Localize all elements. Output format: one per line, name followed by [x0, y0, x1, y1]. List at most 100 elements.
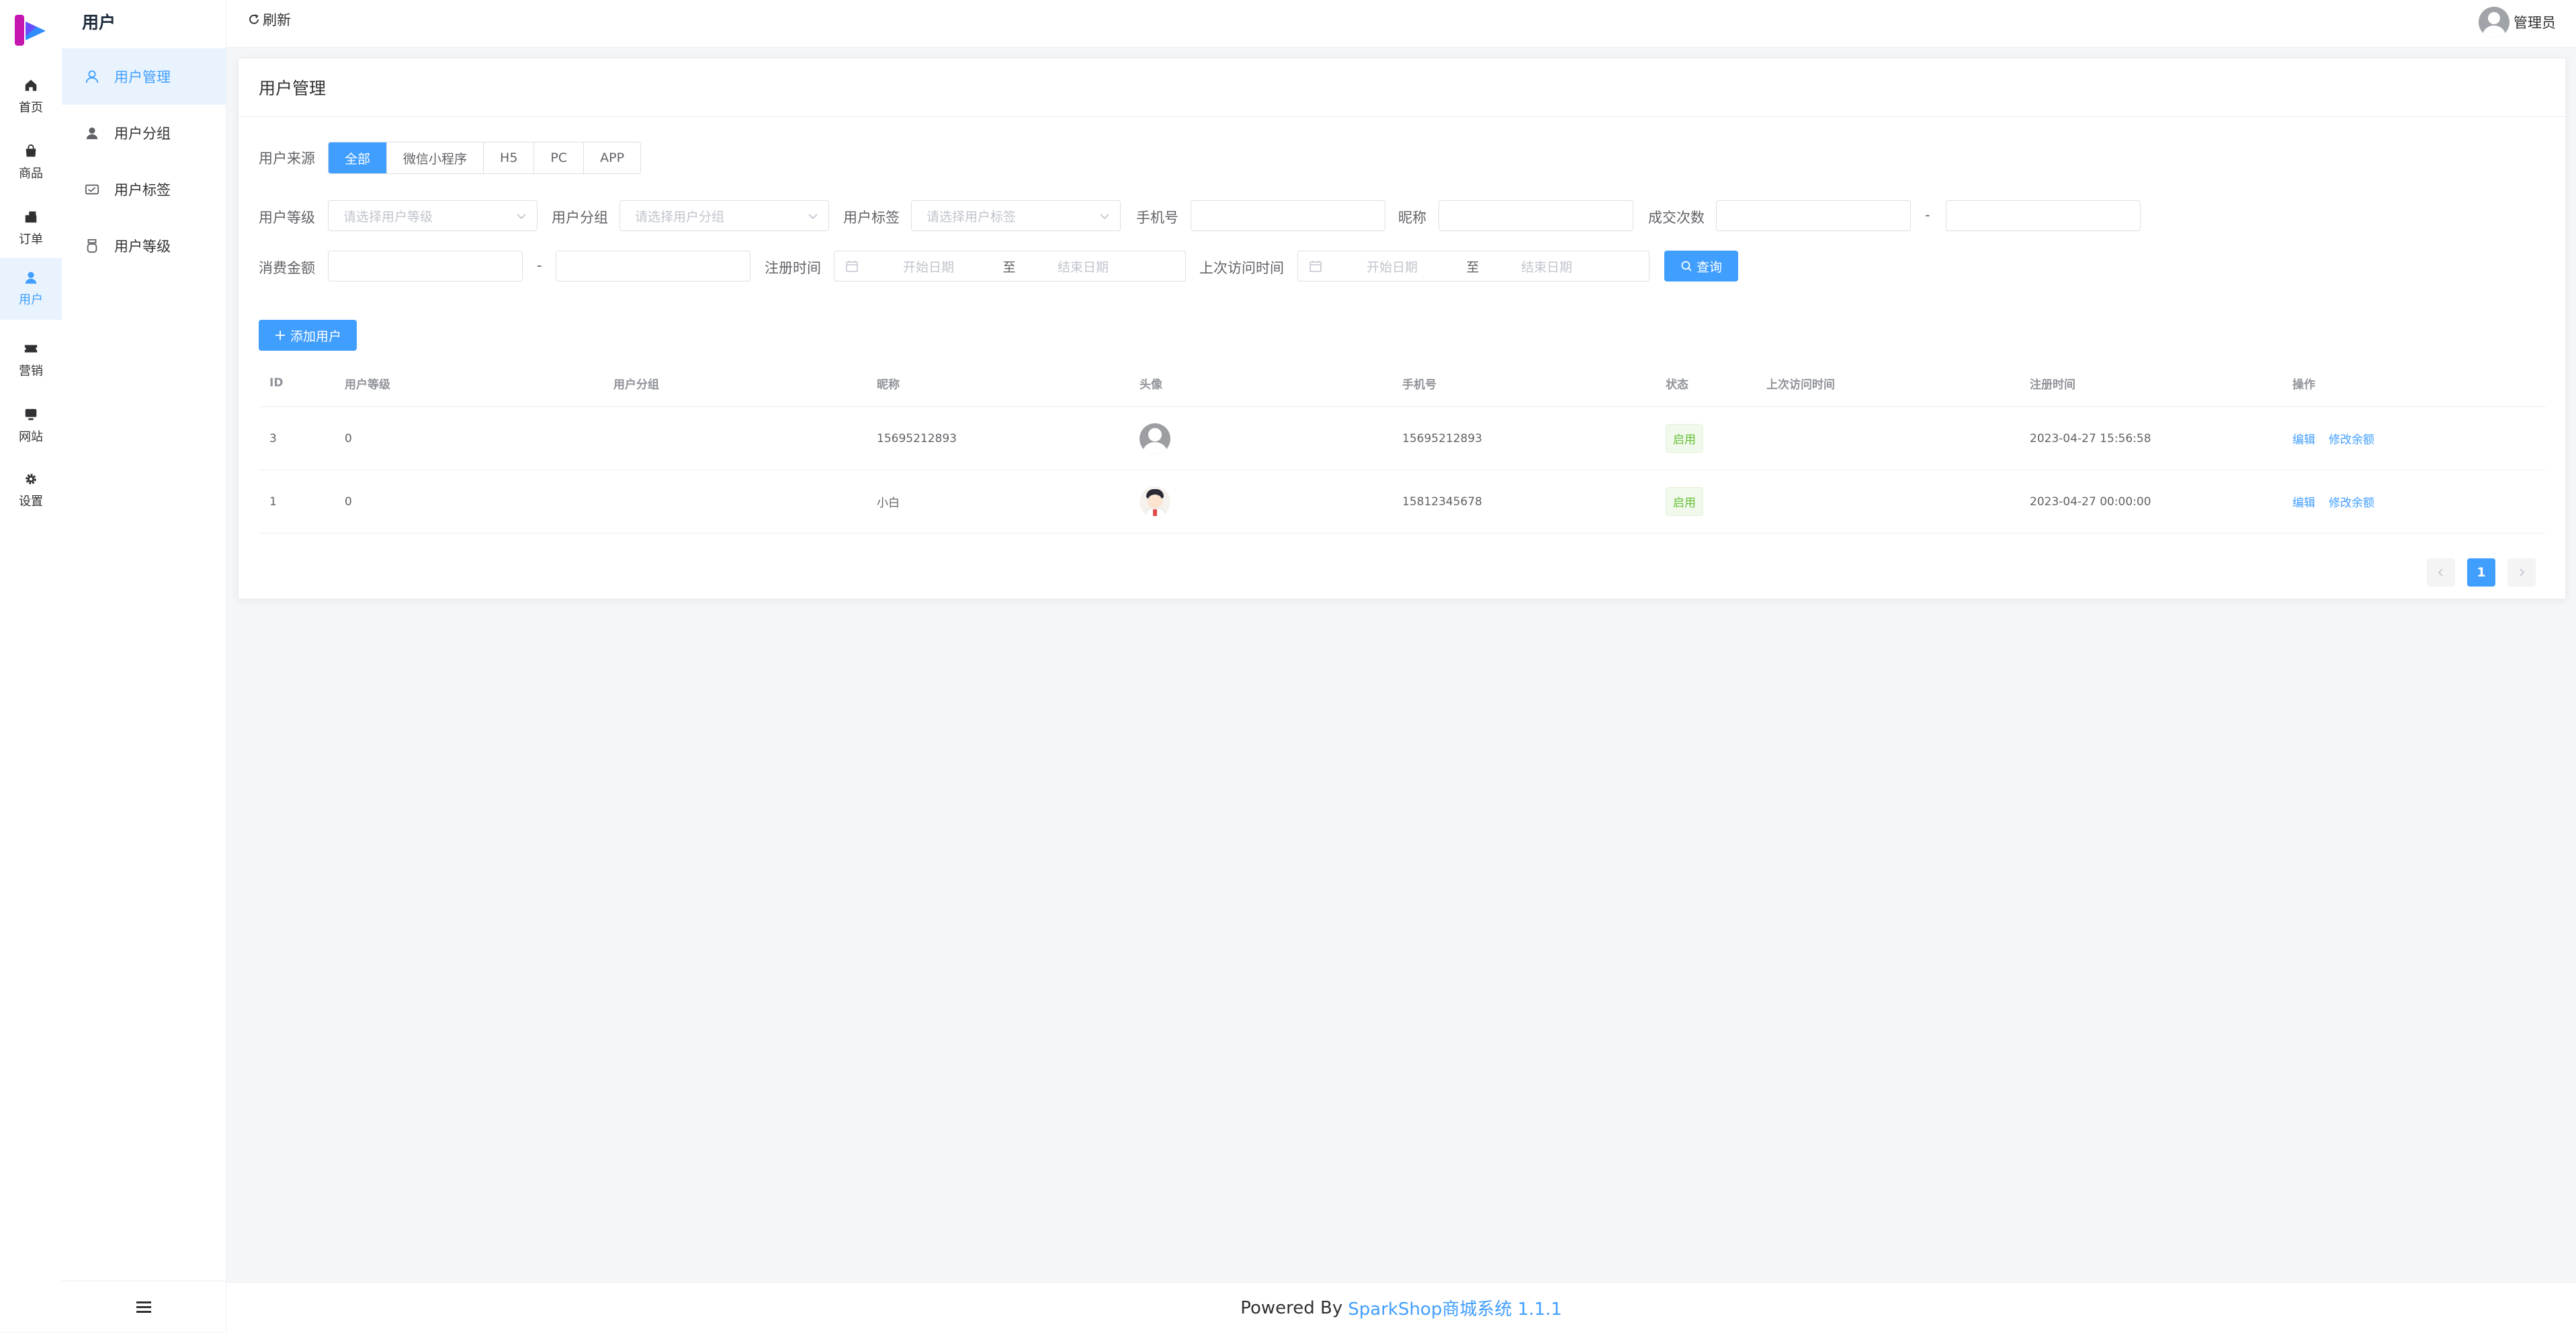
modify-balance-link[interactable]: 修改余额 — [2329, 493, 2374, 510]
column-header-actions: 操作 — [2292, 378, 2315, 392]
prev-page-button[interactable] — [2427, 558, 2455, 587]
submenu: 用户 用户管理 用户分组 用户标签 用户等级 — [62, 0, 226, 1332]
cell-level: 0 — [345, 431, 352, 445]
footer-brand-link[interactable]: SparkShop商城系统 1.1.1 — [1348, 1295, 1562, 1320]
refresh-icon — [249, 14, 259, 24]
column-header-level: 用户等级 — [345, 378, 390, 392]
pagination: 1 — [2415, 558, 2536, 587]
order-icon — [25, 211, 37, 223]
user-icon — [25, 271, 37, 284]
visit-start-placeholder: 开始日期 — [1366, 259, 1418, 275]
rail-item-label: 营销 — [19, 364, 43, 378]
app-logo[interactable] — [13, 13, 48, 47]
rail-item-user[interactable]: 用户 — [0, 258, 62, 320]
level-select[interactable]: 请选择用户等级 — [328, 200, 538, 231]
deals-max-input[interactable] — [1946, 200, 2141, 231]
add-user-button[interactable]: 添加用户 — [259, 320, 357, 351]
column-header-last-visit: 上次访问时间 — [1766, 378, 1835, 392]
reg-start-placeholder: 开始日期 — [902, 259, 954, 275]
table-row: 1 0 小白 15812345678 启用 2023-04-27 00:00:0… — [259, 470, 2546, 533]
rail-item-home[interactable]: 首页 — [0, 66, 62, 128]
cell-nickname: 15695212893 — [877, 431, 957, 445]
rail-item-label: 商品 — [19, 167, 43, 181]
rail-item-goods[interactable]: 商品 — [0, 132, 62, 194]
gear-icon — [26, 474, 36, 484]
visit-time-label: 上次访问时间 — [1199, 260, 1284, 276]
top-header: 刷新 管理员 — [226, 0, 2576, 48]
source-option-pc[interactable]: PC — [534, 142, 585, 173]
rail-item-label: 订单 — [19, 232, 43, 247]
user-menu[interactable]: 管理员 — [2479, 7, 2556, 38]
source-option-all[interactable]: 全部 — [329, 142, 388, 173]
cell-avatar — [1140, 470, 1170, 533]
submenu-item-label: 用户分组 — [114, 126, 171, 142]
amount-min-input[interactable] — [328, 251, 523, 282]
rail-item-label: 用户 — [19, 293, 43, 307]
rail-item-website[interactable]: 网站 — [0, 395, 62, 457]
refresh-label: 刷新 — [263, 12, 291, 28]
status-badge: 启用 — [1666, 487, 1703, 516]
submenu-item-label: 用户标签 — [114, 182, 171, 198]
cell-id: 3 — [269, 431, 277, 445]
deals-label: 成交次数 — [1648, 210, 1705, 226]
level-placeholder: 请选择用户等级 — [343, 209, 433, 224]
refresh-button[interactable]: 刷新 — [248, 9, 291, 30]
edit-link[interactable]: 编辑 — [2292, 493, 2315, 510]
tag-select[interactable]: 请选择用户标签 — [911, 200, 1121, 231]
tag-placeholder: 请选择用户标签 — [927, 209, 1017, 224]
visit-time-range-picker[interactable]: 开始日期 至 结束日期 — [1297, 251, 1649, 282]
footer: Powered By SparkShop商城系统 1.1.1 — [226, 1282, 2576, 1333]
card-title: 用户管理 — [239, 58, 2565, 117]
source-option-app[interactable]: APP — [584, 142, 641, 173]
collapse-menu-button[interactable] — [62, 1281, 226, 1332]
calendar-icon — [1310, 261, 1322, 272]
source-option-wechat[interactable]: 微信小程序 — [387, 142, 484, 173]
page-number[interactable]: 1 — [2467, 558, 2495, 587]
submenu-item-user-group[interactable]: 用户分组 — [62, 105, 226, 161]
submenu-item-user-management[interactable]: 用户管理 — [62, 48, 226, 105]
level-label: 用户等级 — [259, 210, 315, 226]
edit-link[interactable]: 编辑 — [2292, 430, 2315, 447]
rail-item-label: 网站 — [19, 430, 43, 444]
rail-item-marketing[interactable]: 营销 — [0, 329, 62, 391]
next-page-button[interactable] — [2507, 558, 2536, 587]
cell-nickname: 小白 — [877, 497, 900, 510]
cell-status: 启用 — [1666, 470, 1703, 533]
user-table: ID 用户等级 用户分组 昵称 头像 手机号 状态 上次访问时间 注册时间 操作… — [259, 359, 2546, 533]
rail-item-settings[interactable]: 设置 — [0, 460, 62, 521]
chevron-left-icon — [2438, 568, 2443, 576]
deals-min-input[interactable] — [1716, 200, 1911, 231]
group-select[interactable]: 请选择用户分组 — [619, 200, 829, 231]
source-option-h5[interactable]: H5 — [484, 142, 535, 173]
range-separator: - — [1925, 207, 1930, 223]
phone-input[interactable] — [1191, 200, 1385, 231]
search-label: 查询 — [1696, 259, 1722, 275]
search-button[interactable]: 查询 — [1664, 251, 1738, 282]
chevron-down-icon — [1100, 214, 1109, 220]
rail-item-label: 设置 — [19, 494, 43, 509]
goods-bag-icon — [26, 144, 36, 157]
submenu-item-user-level[interactable]: 用户等级 — [62, 218, 226, 274]
user-name: 管理员 — [2514, 15, 2556, 31]
chevron-down-icon — [808, 214, 818, 220]
amount-max-input[interactable] — [556, 251, 750, 282]
date-separator: 至 — [1466, 259, 1479, 275]
amount-label: 消费金额 — [259, 260, 315, 276]
modify-balance-link[interactable]: 修改余额 — [2329, 430, 2374, 447]
column-header-nickname: 昵称 — [877, 378, 900, 392]
submenu-item-user-tag[interactable]: 用户标签 — [62, 161, 226, 218]
user-outline-icon — [85, 70, 99, 83]
chevron-right-icon — [2520, 568, 2525, 576]
nickname-input[interactable] — [1439, 200, 1633, 231]
rail-item-order[interactable]: 订单 — [0, 198, 62, 259]
column-header-avatar: 头像 — [1140, 378, 1162, 392]
reg-time-range-picker[interactable]: 开始日期 至 结束日期 — [834, 251, 1186, 282]
date-separator: 至 — [1002, 259, 1016, 275]
cell-level: 0 — [345, 494, 352, 509]
avatar — [1140, 423, 1170, 454]
cell-actions: 编辑 修改余额 — [2292, 470, 2388, 533]
reg-end-placeholder: 结束日期 — [1057, 259, 1109, 275]
cell-avatar — [1140, 407, 1170, 470]
chevron-down-icon — [517, 214, 526, 220]
range-separator: - — [537, 257, 542, 273]
